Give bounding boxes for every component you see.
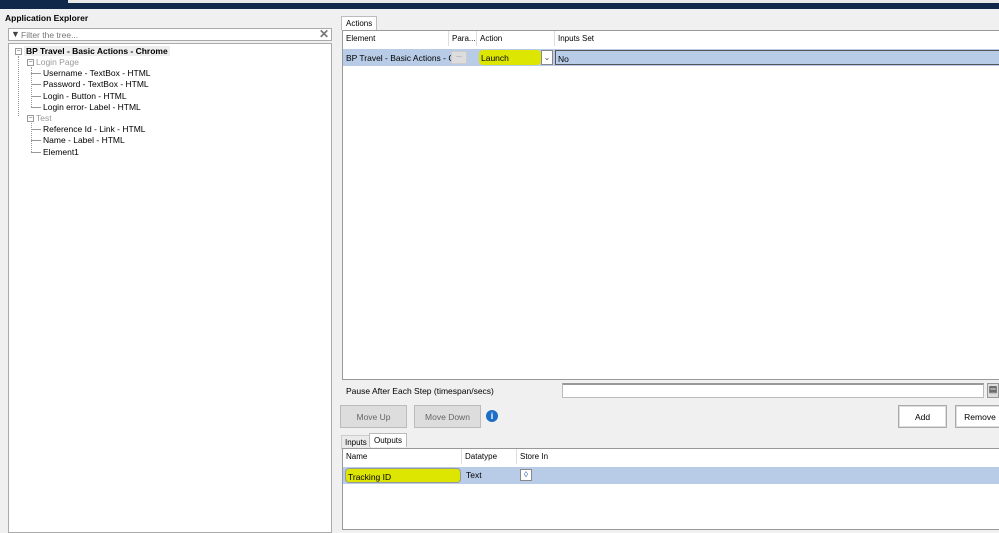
tab-outputs[interactable]: Outputs [369,433,408,447]
remove-button[interactable]: Remove [955,405,999,428]
column-header[interactable]: Inputs Set [555,31,999,46]
filter-icon: ▼ [11,29,20,39]
column-header[interactable]: Name [343,449,462,464]
info-icon[interactable]: i [486,410,498,422]
tree-group-login-page[interactable]: − Login Page [27,57,79,67]
tab-inputs[interactable]: Inputs [341,435,371,449]
output-name-field[interactable]: Tracking ID [345,468,461,483]
column-header[interactable]: Action [477,31,555,46]
add-button[interactable]: Add [898,405,947,428]
datatype-cell: Text [466,470,482,480]
column-header[interactable]: Datatype [462,449,517,464]
collapse-icon[interactable]: − [27,59,34,67]
tree-item[interactable]: Reference Id - Link - HTML [43,124,146,134]
collapse-icon[interactable]: − [15,48,22,56]
collapse-icon[interactable]: − [27,115,34,123]
tree-item[interactable]: Element1 [43,147,79,157]
application-tree[interactable]: − BP Travel - Basic Actions - Chrome − Log… [8,43,332,533]
move-up-button[interactable]: Move Up [340,405,407,428]
inputs-set-cell[interactable]: No [555,50,999,65]
tree-item[interactable]: Password - TextBox - HTML [43,79,149,89]
calculator-icon[interactable]: ▤ [987,383,999,398]
tree-group-test[interactable]: − Test [27,113,52,123]
chevron-down-icon[interactable]: ⌄ [541,50,553,65]
pause-input[interactable] [562,383,984,398]
tree-root[interactable]: − BP Travel - Basic Actions - Chrome [15,46,170,56]
move-down-button[interactable]: Move Down [414,405,481,428]
top-strip [68,0,999,3]
panel-title: Application Explorer [5,13,89,23]
filter-placeholder: Filter the tree... [21,30,79,40]
store-in-icon[interactable]: ◊ [520,469,532,481]
column-header[interactable]: Element [343,31,449,46]
params-button[interactable]: ... [451,51,467,64]
table-row[interactable]: Tracking ID Text ◊ [343,467,999,484]
tab-actions[interactable]: Actions [341,16,378,30]
column-header[interactable]: Store In [517,449,997,464]
clear-filter-icon[interactable]: ✕ [319,27,329,41]
column-header[interactable]: Para... [449,31,477,46]
tree-item[interactable]: Login error- Label - HTML [43,102,141,112]
action-dropdown[interactable]: Launch [479,50,541,65]
filter-input[interactable]: ▼ Filter the tree... ✕ [8,27,332,41]
table-row[interactable]: BP Travel - Basic Actions - Chr ... Laun… [343,49,999,66]
pause-label: Pause After Each Step (timespan/secs) [346,386,494,396]
tree-item[interactable]: Username - TextBox - HTML [43,68,151,78]
actions-grid[interactable]: Element Para... Action Inputs Set BP Tra… [342,30,999,380]
tree-item[interactable]: Login - Button - HTML [43,91,127,101]
element-cell: BP Travel - Basic Actions - Chr [346,53,463,63]
tree-item[interactable]: Name - Label - HTML [43,135,125,145]
outputs-grid[interactable]: Name Datatype Store In Tracking ID Text … [342,448,999,530]
